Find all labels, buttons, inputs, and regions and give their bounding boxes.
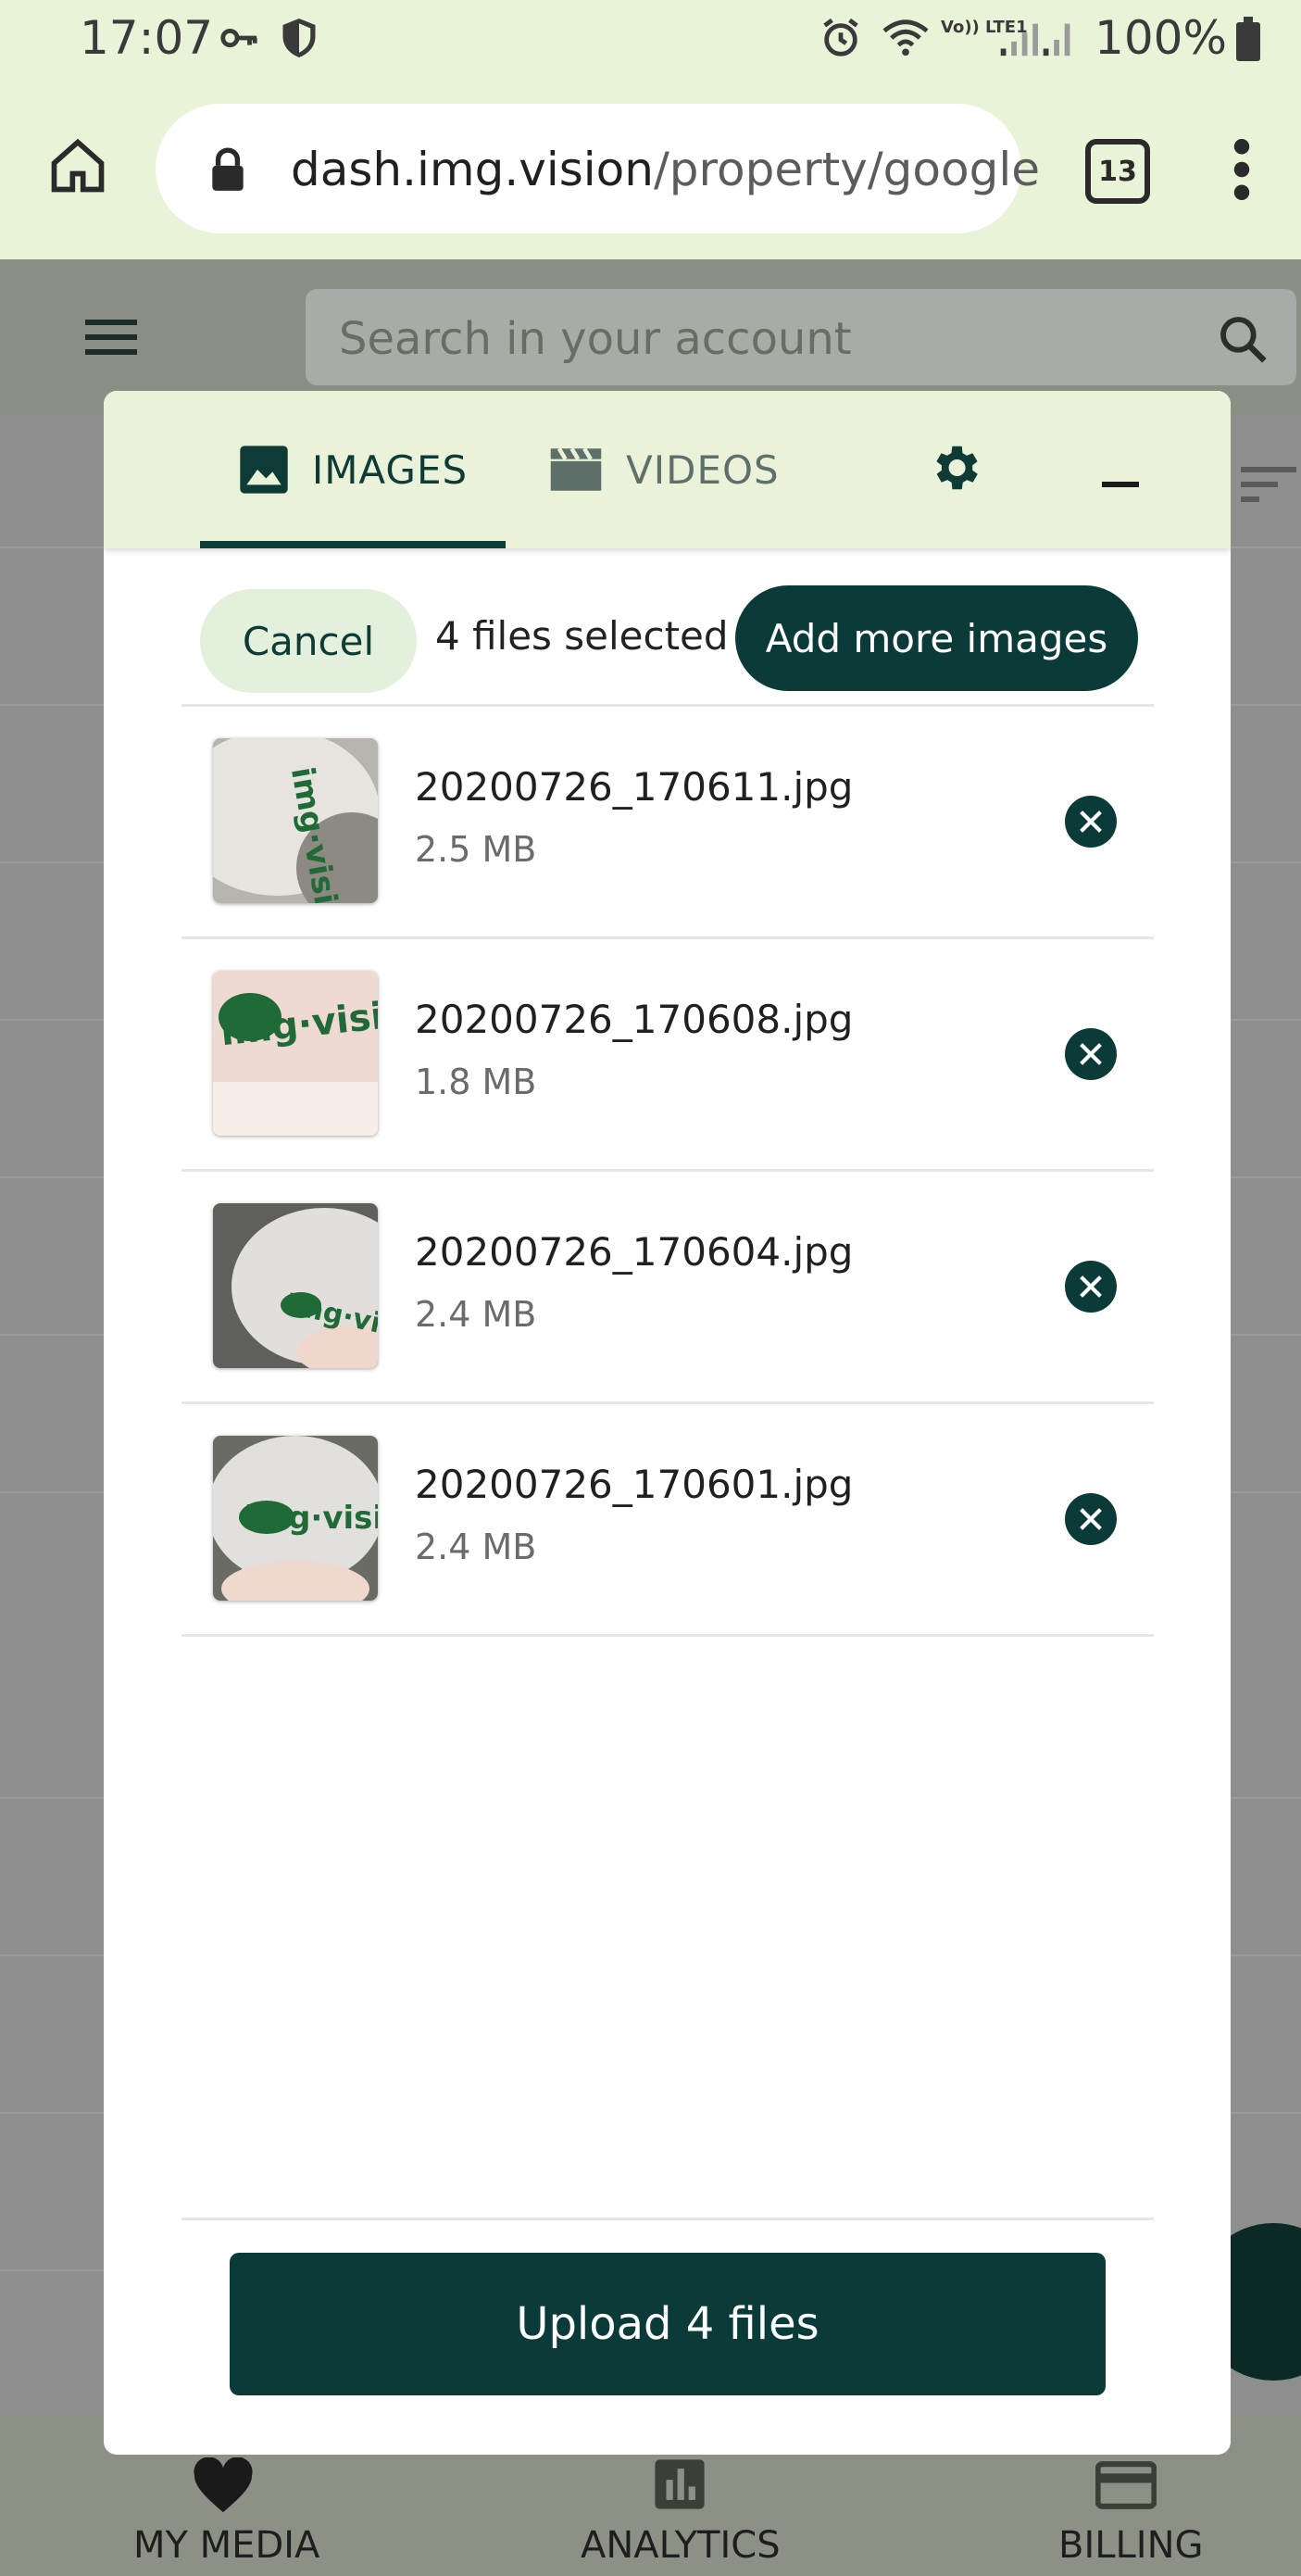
selection-actions: Cancel 4 files selected Add more images xyxy=(104,585,1231,697)
file-thumbnail: img·vision xyxy=(213,971,378,1136)
url-host: dash.img.vision xyxy=(291,143,654,196)
search-placeholder: Search in your account xyxy=(339,313,852,365)
movie-icon xyxy=(548,446,604,493)
footer-divider xyxy=(181,2218,1154,2220)
file-size: 2.4 MB xyxy=(415,1294,537,1335)
signal-icon xyxy=(995,17,1079,70)
add-more-images-button[interactable]: Add more images xyxy=(735,585,1138,691)
search-icon[interactable] xyxy=(1217,313,1269,369)
upload-modal: IMAGES VIDEOS Cancel 4 files selected Ad… xyxy=(104,391,1231,2455)
file-name: 20200726_170601.jpg xyxy=(415,1462,854,1507)
nav-billing[interactable]: BILLING xyxy=(1058,2524,1204,2567)
home-icon[interactable] xyxy=(46,134,109,201)
file-size: 2.4 MB xyxy=(415,1527,537,1567)
cancel-button[interactable]: Cancel xyxy=(200,589,417,693)
nav-analytics[interactable]: ANALYTICS xyxy=(581,2524,781,2567)
remove-file-button[interactable] xyxy=(1065,1261,1117,1313)
url-text: dash.img.vision/property/google xyxy=(291,143,1040,196)
credit-card-icon xyxy=(1095,2461,1157,2519)
address-bar[interactable]: dash.img.vision/property/google xyxy=(156,104,1040,233)
remove-file-button[interactable] xyxy=(1065,1493,1117,1545)
key-icon xyxy=(218,17,260,70)
file-thumbnail: img·vision xyxy=(213,738,378,903)
file-thumbnail: img·vision xyxy=(213,1436,378,1601)
list-item: img·vision 20200726_170604.jpg 2.4 MB xyxy=(181,1169,1154,1401)
shield-icon xyxy=(280,17,319,70)
browser-toolbar: dash.img.vision/property/google 13 xyxy=(0,83,1301,259)
bar-chart-icon xyxy=(653,2457,707,2520)
file-size: 1.8 MB xyxy=(415,1062,537,1102)
more-vert-icon[interactable] xyxy=(1232,139,1252,204)
file-thumbnail: img·vision xyxy=(213,1203,378,1368)
tab-images[interactable]: IMAGES xyxy=(200,391,506,548)
alarm-icon xyxy=(819,17,862,70)
lock-icon[interactable] xyxy=(207,146,248,196)
upload-files-button[interactable]: Upload 4 files xyxy=(230,2253,1106,2395)
close-icon xyxy=(1080,1043,1102,1065)
media-type-tabs: IMAGES VIDEOS xyxy=(104,391,1231,548)
status-time: 17:07 xyxy=(80,11,214,65)
tab-images-label: IMAGES xyxy=(311,446,469,493)
nav-my-media[interactable]: MY MEDIA xyxy=(133,2524,319,2567)
minimize-button[interactable] xyxy=(1102,482,1139,487)
list-item: img·vision 20200726_170601.jpg 2.4 MB xyxy=(181,1401,1154,1637)
wifi-icon xyxy=(880,17,932,70)
battery-percentage: 100% xyxy=(1095,11,1227,65)
app-search-field[interactable]: Search in your account xyxy=(306,289,1296,385)
file-name: 20200726_170604.jpg xyxy=(415,1229,854,1275)
list-item: img·vision 20200726_170611.jpg 2.5 MB xyxy=(181,704,1154,936)
svg-text:img·vision: img·vision xyxy=(244,1500,378,1537)
tabs-icon[interactable]: 13 xyxy=(1085,139,1150,204)
status-bar: 17:07 Vo)) LTE1 100% xyxy=(0,0,1301,83)
selected-count: 4 files selected xyxy=(435,613,729,659)
tab-videos-label: VIDEOS xyxy=(626,446,780,493)
gear-icon[interactable] xyxy=(926,439,983,500)
sort-icon[interactable] xyxy=(1241,463,1296,508)
remove-file-button[interactable] xyxy=(1065,796,1117,848)
list-item: img·vision 20200726_170608.jpg 1.8 MB xyxy=(181,936,1154,1169)
remove-file-button[interactable] xyxy=(1065,1028,1117,1080)
close-icon xyxy=(1080,1275,1102,1298)
heart-icon xyxy=(191,2457,256,2524)
close-icon xyxy=(1080,810,1102,833)
image-icon xyxy=(238,444,290,496)
file-name: 20200726_170611.jpg xyxy=(415,764,854,810)
menu-icon[interactable] xyxy=(85,317,137,359)
battery-icon xyxy=(1236,17,1260,72)
file-list: img·vision 20200726_170611.jpg 2.5 MB im… xyxy=(181,704,1154,1637)
file-name: 20200726_170608.jpg xyxy=(415,997,854,1042)
url-path: /property/google xyxy=(653,143,1040,196)
close-icon xyxy=(1080,1508,1102,1530)
tab-videos[interactable]: VIDEOS xyxy=(548,391,789,548)
active-tab-indicator xyxy=(200,541,506,548)
file-size: 2.5 MB xyxy=(415,829,537,870)
